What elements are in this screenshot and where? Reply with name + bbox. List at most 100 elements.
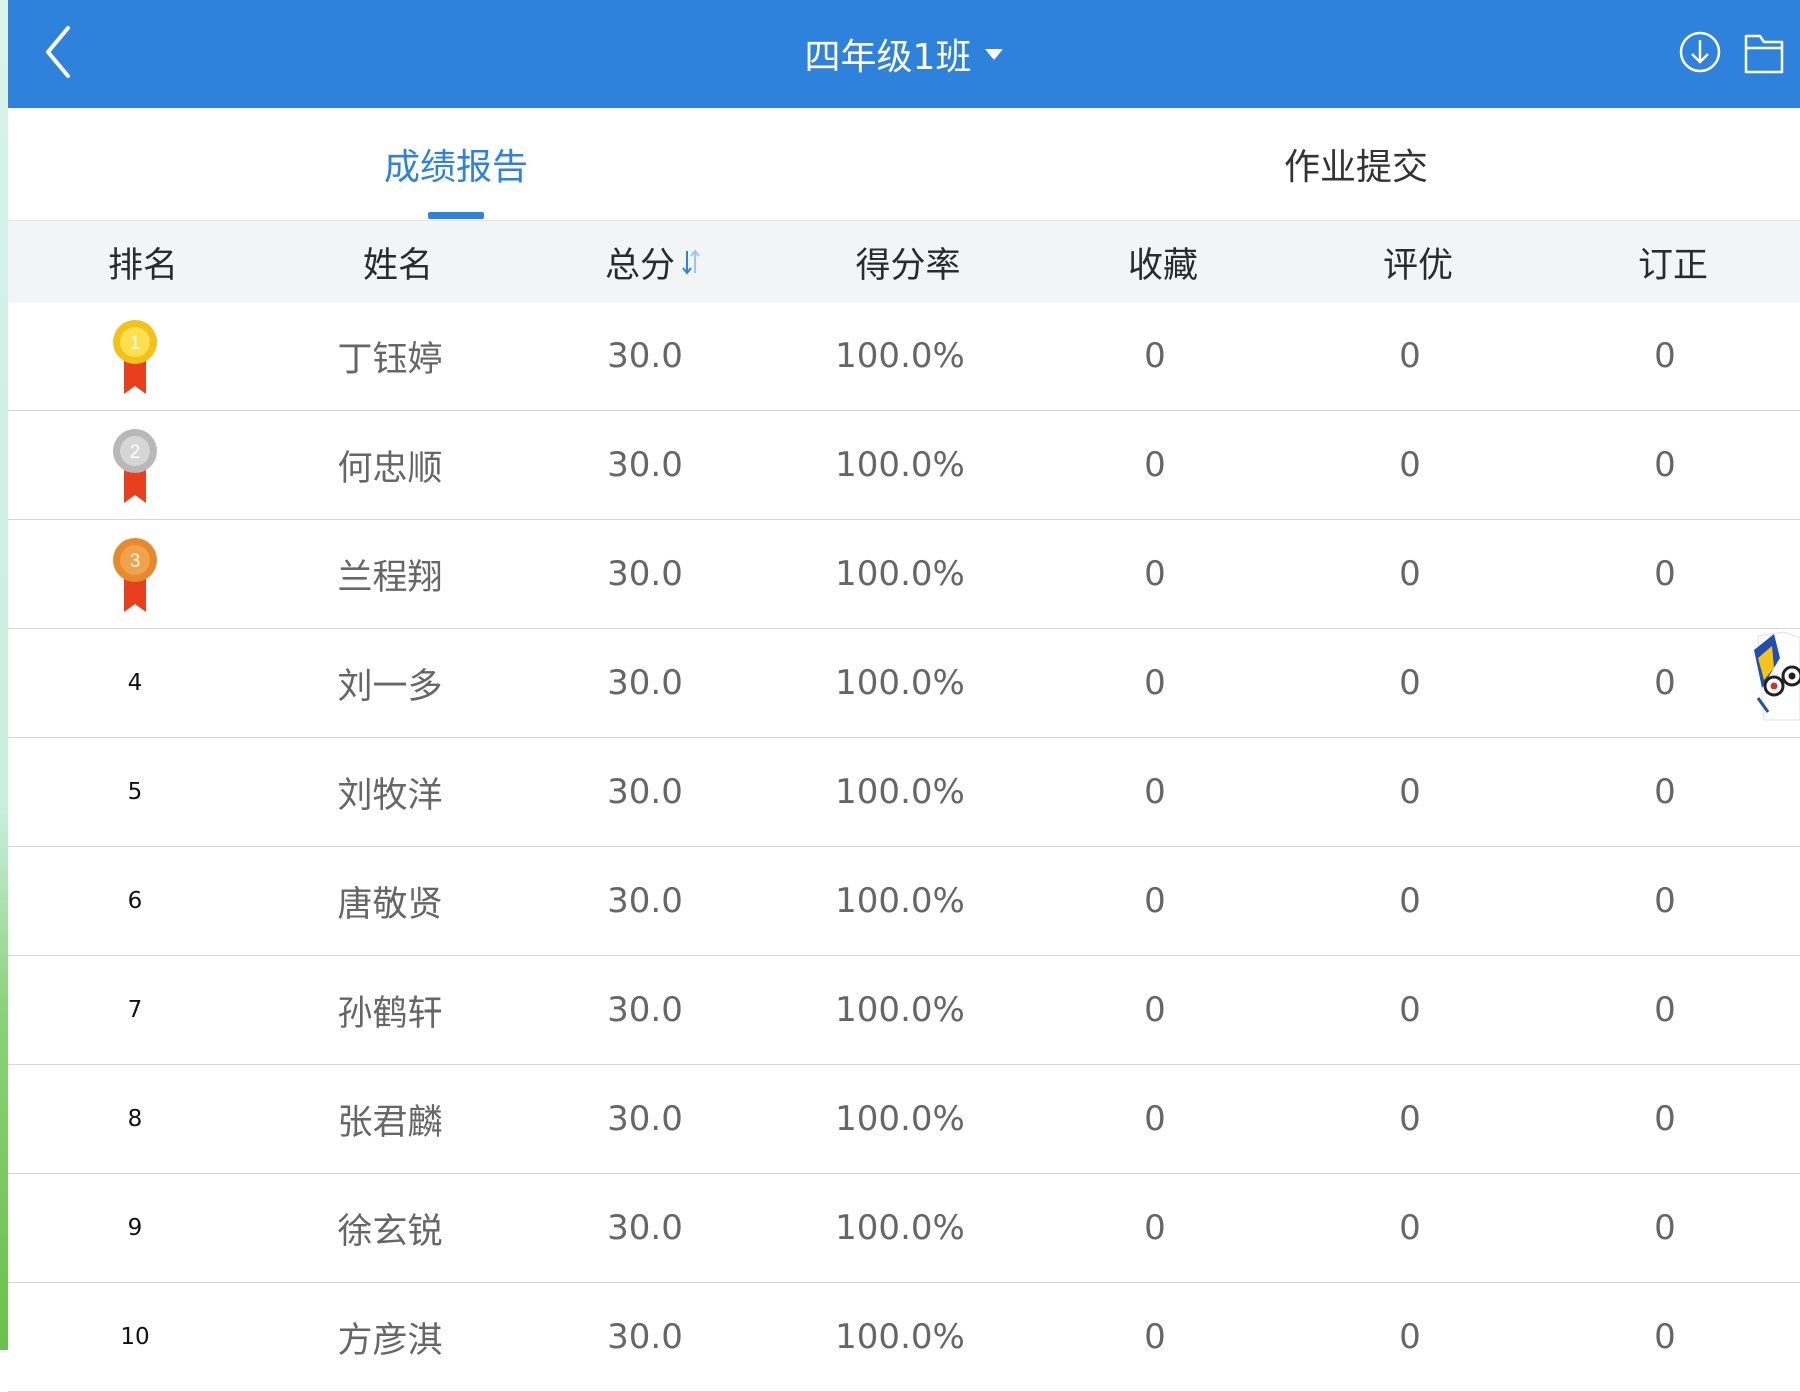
total-score: 30.0 bbox=[607, 554, 683, 594]
download-button[interactable] bbox=[1676, 24, 1724, 80]
student-name: 张君麟 bbox=[337, 1102, 443, 1143]
rank-number: 10 bbox=[120, 1324, 150, 1350]
rank-number: 4 bbox=[127, 670, 143, 696]
col-total-score-label: 总分 bbox=[604, 245, 675, 286]
correction-count: 0 bbox=[1654, 663, 1676, 703]
correction-count: 0 bbox=[1654, 336, 1676, 376]
student-name: 丁钰婷 bbox=[337, 339, 443, 380]
student-name: 刘牧洋 bbox=[337, 775, 443, 816]
student-name: 孙鹤轩 bbox=[337, 993, 443, 1034]
score-rate: 100.0% bbox=[835, 445, 965, 485]
total-score: 30.0 bbox=[607, 990, 683, 1030]
table-row[interactable]: 9 徐玄锐 30.0 100.0% 0 0 0 bbox=[8, 1174, 1800, 1283]
download-icon bbox=[1679, 31, 1721, 73]
favorite-count: 0 bbox=[1144, 881, 1166, 921]
gold-medal-icon: 1 bbox=[113, 320, 157, 394]
bronze-medal-icon: 3 bbox=[113, 538, 157, 612]
rank-number: 6 bbox=[127, 888, 143, 914]
score-rate: 100.0% bbox=[835, 1208, 965, 1248]
student-name: 兰程翔 bbox=[337, 557, 443, 598]
correction-count: 0 bbox=[1654, 990, 1676, 1030]
table-row[interactable]: 1 丁钰婷 30.0 100.0% 0 0 0 bbox=[8, 302, 1800, 411]
student-name: 徐玄锐 bbox=[337, 1211, 443, 1252]
correction-count: 0 bbox=[1654, 445, 1676, 485]
table-header: 排名 姓名 总分 得分率 收藏 评优 订正 bbox=[8, 220, 1800, 303]
table-row[interactable]: 5 刘牧洋 30.0 100.0% 0 0 0 bbox=[8, 738, 1800, 847]
favorite-count: 0 bbox=[1144, 772, 1166, 812]
class-selector[interactable]: 四年级1班 bbox=[8, 0, 1800, 108]
total-score: 30.0 bbox=[607, 1208, 683, 1248]
favorite-count: 0 bbox=[1144, 445, 1166, 485]
excellent-count: 0 bbox=[1399, 1317, 1421, 1357]
table-row[interactable]: 8 张君麟 30.0 100.0% 0 0 0 bbox=[8, 1065, 1800, 1174]
excellent-count: 0 bbox=[1399, 1208, 1421, 1248]
table-row[interactable]: 6 唐敬贤 30.0 100.0% 0 0 0 bbox=[8, 847, 1800, 956]
student-name: 唐敬贤 bbox=[337, 884, 443, 925]
score-rate: 100.0% bbox=[835, 663, 965, 703]
favorite-count: 0 bbox=[1144, 990, 1166, 1030]
correction-count: 0 bbox=[1654, 1317, 1676, 1357]
favorite-count: 0 bbox=[1144, 1317, 1166, 1357]
excellent-count: 0 bbox=[1399, 881, 1421, 921]
tab-bar: 成绩报告 作业提交 bbox=[8, 108, 1800, 220]
table-body: 1 丁钰婷 30.0 100.0% 0 0 0 2 何忠顺 30.0 100.0… bbox=[8, 302, 1800, 1392]
rank-number: 5 bbox=[127, 779, 143, 805]
score-rate: 100.0% bbox=[835, 554, 965, 594]
excellent-count: 0 bbox=[1399, 554, 1421, 594]
rank-medal-bronze: 3 bbox=[35, 520, 235, 628]
col-name: 姓名 bbox=[362, 245, 433, 286]
col-correction: 订正 bbox=[1637, 245, 1708, 286]
caret-down-icon bbox=[985, 48, 1004, 60]
total-score: 30.0 bbox=[607, 1099, 683, 1139]
score-rate: 100.0% bbox=[835, 1317, 965, 1357]
class-title: 四年级1班 bbox=[804, 37, 972, 78]
folder-icon bbox=[1744, 34, 1784, 74]
left-edge-strip bbox=[0, 0, 8, 1350]
excellent-count: 0 bbox=[1399, 663, 1421, 703]
correction-count: 0 bbox=[1654, 1099, 1676, 1139]
rank-medal-gold: 1 bbox=[35, 302, 235, 410]
tab-homework-submission[interactable]: 作业提交 bbox=[1156, 108, 1556, 220]
favorite-count: 0 bbox=[1144, 1099, 1166, 1139]
student-name: 何忠顺 bbox=[337, 448, 443, 489]
total-score: 30.0 bbox=[607, 445, 683, 485]
student-name: 方彦淇 bbox=[337, 1320, 443, 1361]
floating-assistant-button[interactable] bbox=[1744, 628, 1800, 728]
score-rate: 100.0% bbox=[835, 772, 965, 812]
rank-medal-silver: 2 bbox=[35, 411, 235, 519]
table-row[interactable]: 3 兰程翔 30.0 100.0% 0 0 0 bbox=[8, 520, 1800, 629]
col-total-score[interactable]: 总分 bbox=[553, 221, 753, 303]
table-row[interactable]: 4 刘一多 30.0 100.0% 0 0 0 bbox=[8, 629, 1800, 738]
correction-count: 0 bbox=[1654, 554, 1676, 594]
table-row[interactable]: 10 方彦淇 30.0 100.0% 0 0 0 bbox=[8, 1283, 1800, 1392]
score-rate: 100.0% bbox=[835, 881, 965, 921]
favorite-count: 0 bbox=[1144, 663, 1166, 703]
total-score: 30.0 bbox=[607, 663, 683, 703]
correction-count: 0 bbox=[1654, 1208, 1676, 1248]
score-rate: 100.0% bbox=[835, 336, 965, 376]
student-name: 刘一多 bbox=[337, 666, 443, 707]
excellent-count: 0 bbox=[1399, 336, 1421, 376]
tab-score-report[interactable]: 成绩报告 bbox=[256, 108, 656, 220]
correction-count: 0 bbox=[1654, 772, 1676, 812]
col-excellent: 评优 bbox=[1382, 245, 1453, 286]
folder-button[interactable] bbox=[1740, 24, 1788, 80]
svg-text:1: 1 bbox=[130, 333, 141, 354]
total-score: 30.0 bbox=[607, 1317, 683, 1357]
excellent-count: 0 bbox=[1399, 990, 1421, 1030]
col-score-rate: 得分率 bbox=[855, 245, 961, 286]
active-tab-indicator bbox=[428, 212, 484, 219]
sort-icon bbox=[682, 249, 700, 275]
total-score: 30.0 bbox=[607, 772, 683, 812]
table-row[interactable]: 2 何忠顺 30.0 100.0% 0 0 0 bbox=[8, 411, 1800, 520]
total-score: 30.0 bbox=[607, 336, 683, 376]
excellent-count: 0 bbox=[1399, 1099, 1421, 1139]
favorite-count: 0 bbox=[1144, 1208, 1166, 1248]
excellent-count: 0 bbox=[1399, 772, 1421, 812]
table-row[interactable]: 7 孙鹤轩 30.0 100.0% 0 0 0 bbox=[8, 956, 1800, 1065]
correction-count: 0 bbox=[1654, 881, 1676, 921]
svg-text:2: 2 bbox=[130, 442, 141, 463]
score-rate: 100.0% bbox=[835, 990, 965, 1030]
total-score: 30.0 bbox=[607, 881, 683, 921]
col-favorite: 收藏 bbox=[1127, 245, 1198, 286]
